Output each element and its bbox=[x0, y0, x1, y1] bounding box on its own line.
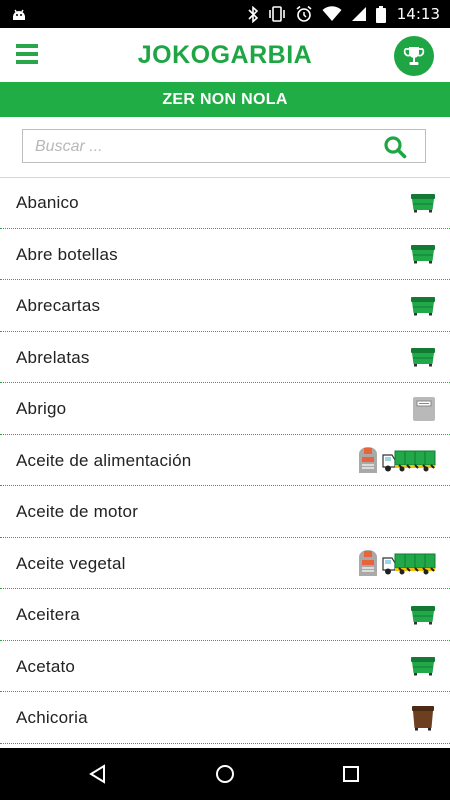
items-list: Abanico Abre botellas Abrecartas Abrelatas A… bbox=[0, 177, 450, 747]
list-item-icons bbox=[357, 435, 436, 486]
list-item-icons bbox=[410, 589, 436, 640]
list-item[interactable]: Abanico bbox=[0, 177, 450, 229]
list-item-label: Aceite de motor bbox=[16, 502, 139, 521]
green-container-icon bbox=[410, 244, 436, 264]
list-item-label: Abrigo bbox=[16, 399, 67, 418]
wifi-icon bbox=[322, 6, 342, 21]
list-item-icons bbox=[357, 538, 436, 589]
list-item-label: Abanico bbox=[16, 193, 79, 212]
recents-icon[interactable] bbox=[337, 760, 365, 788]
list-item[interactable]: Achicoria bbox=[0, 692, 450, 744]
list-item[interactable]: Acetato bbox=[0, 641, 450, 692]
list-item[interactable]: Aceite de alimentación bbox=[0, 435, 450, 486]
list-item[interactable]: Aceitera bbox=[0, 589, 450, 641]
back-icon[interactable] bbox=[84, 760, 112, 788]
list-item[interactable]: Abre botellas bbox=[0, 229, 450, 280]
list-item[interactable]: Abrelatas bbox=[0, 332, 450, 383]
status-time: 14:13 bbox=[396, 5, 440, 23]
garbitegi-truck-icon bbox=[382, 448, 436, 472]
list-item-label: Abrelatas bbox=[16, 347, 90, 367]
section-banner: ZER NON NOLA bbox=[0, 82, 450, 117]
green-container-icon bbox=[410, 605, 436, 625]
search-area bbox=[0, 117, 450, 178]
home-icon[interactable] bbox=[211, 760, 239, 788]
vibrate-icon bbox=[268, 6, 285, 22]
search-box bbox=[22, 129, 426, 164]
list-item-label: Acetato bbox=[16, 656, 76, 676]
green-container-icon bbox=[410, 193, 436, 213]
green-container-icon bbox=[410, 656, 436, 676]
list-item-label: Achicoria bbox=[16, 708, 88, 727]
list-item-icons bbox=[410, 177, 436, 228]
trophy-icon bbox=[403, 47, 425, 65]
search-input[interactable] bbox=[33, 130, 377, 164]
navigation-bar bbox=[0, 748, 450, 800]
list-item-icons bbox=[410, 692, 436, 743]
garbitegi-truck-icon bbox=[382, 551, 436, 575]
list-item[interactable]: Abrigo bbox=[0, 383, 450, 435]
list-item[interactable]: Abrecartas bbox=[0, 280, 450, 332]
list-item-label: Aceite vegetal bbox=[16, 553, 126, 573]
list-item[interactable]: Aceite de motor bbox=[0, 486, 450, 538]
list-item-icons bbox=[410, 229, 436, 280]
app-bar: JOKOGARBIA bbox=[0, 28, 450, 82]
list-item-label: Abre botellas bbox=[16, 244, 118, 264]
list-item-icons bbox=[410, 280, 436, 331]
status-bar: 14:13 bbox=[0, 0, 450, 28]
alarm-icon bbox=[296, 5, 312, 22]
green-container-icon bbox=[410, 296, 436, 316]
list-item-icons bbox=[410, 641, 436, 692]
list-item-label: Aceite de alimentación bbox=[16, 450, 192, 470]
oil-container-icon bbox=[357, 446, 379, 474]
search-icon[interactable] bbox=[383, 135, 407, 159]
battery-icon bbox=[375, 5, 386, 23]
bluetooth-icon bbox=[248, 5, 258, 23]
trophy-button[interactable] bbox=[394, 36, 434, 76]
brown-container-icon bbox=[410, 705, 436, 731]
list-item-label: Aceitera bbox=[16, 605, 80, 624]
clothes-container-icon bbox=[412, 396, 436, 422]
oil-container-icon bbox=[357, 549, 379, 577]
list-item-label: Abrecartas bbox=[16, 296, 101, 315]
list-item-icons bbox=[412, 383, 436, 434]
signal-icon bbox=[351, 7, 366, 21]
app-title: JOKOGARBIA bbox=[137, 41, 313, 69]
list-item[interactable]: Aceite vegetal bbox=[0, 538, 450, 589]
android-debug-icon bbox=[13, 9, 25, 20]
green-container-icon bbox=[410, 347, 436, 367]
list-item-icons bbox=[410, 332, 436, 383]
